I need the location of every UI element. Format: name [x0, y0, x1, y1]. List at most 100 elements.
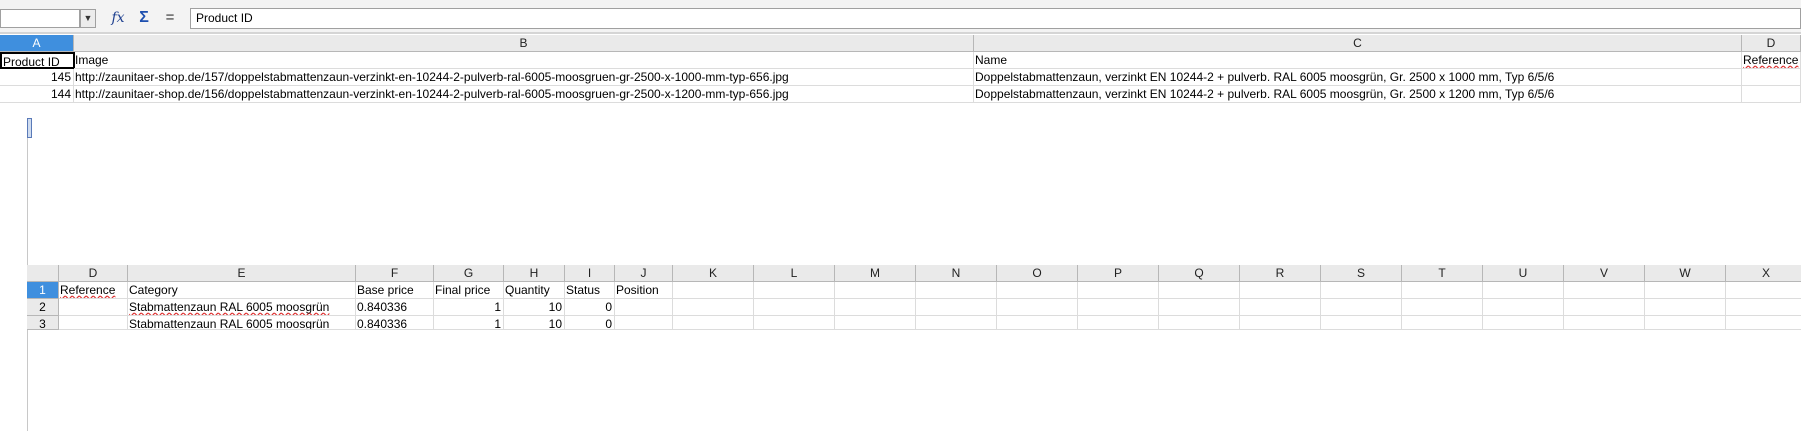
name-box[interactable]	[0, 9, 80, 28]
formula-input[interactable]: Product ID	[190, 8, 1801, 29]
cell-a1[interactable]: Product ID	[0, 52, 75, 69]
cell-r3[interactable]	[1240, 316, 1321, 330]
column-header-o[interactable]: O	[997, 265, 1078, 282]
cell-i1[interactable]: Status	[565, 282, 615, 299]
cell-a2[interactable]: 145	[0, 69, 74, 86]
cell-p2[interactable]	[1078, 299, 1159, 316]
cell-t3[interactable]	[1402, 316, 1483, 330]
cell-d1[interactable]: Reference	[59, 282, 128, 299]
cell-t2[interactable]	[1402, 299, 1483, 316]
cell-d2[interactable]	[59, 299, 128, 316]
column-header-x[interactable]: X	[1726, 265, 1801, 282]
sum-icon[interactable]: Σ	[134, 8, 154, 28]
cell-u2[interactable]	[1483, 299, 1564, 316]
cell-x1[interactable]	[1726, 282, 1801, 299]
column-header-h[interactable]: H	[504, 265, 565, 282]
cell-s3[interactable]	[1321, 316, 1402, 330]
cell-t1[interactable]	[1402, 282, 1483, 299]
cell-u1[interactable]	[1483, 282, 1564, 299]
cell-b3[interactable]: http://zaunitaer-shop.de/156/doppelstabm…	[74, 86, 974, 103]
cell-v1[interactable]	[1564, 282, 1645, 299]
cell-i3[interactable]: 0	[565, 316, 615, 330]
cell-k2[interactable]	[673, 299, 754, 316]
cell-g2[interactable]: 1	[434, 299, 504, 316]
equals-icon[interactable]: =	[160, 8, 180, 28]
column-header-m[interactable]: M	[835, 265, 916, 282]
cell-x3[interactable]	[1726, 316, 1801, 330]
cell-l2[interactable]	[754, 299, 835, 316]
cell-n2[interactable]	[916, 299, 997, 316]
name-box-dropdown-icon[interactable]: ▼	[80, 9, 96, 28]
column-header-k[interactable]: K	[673, 265, 754, 282]
cell-d3[interactable]	[59, 316, 128, 330]
column-header-b[interactable]: B	[74, 35, 974, 52]
cell-e3[interactable]: Stabmattenzaun RAL 6005 moosgrün	[128, 316, 356, 330]
cell-m2[interactable]	[835, 299, 916, 316]
cell-v3[interactable]	[1564, 316, 1645, 330]
cell-c1[interactable]: Name	[974, 52, 1742, 69]
cell-m3[interactable]	[835, 316, 916, 330]
column-header-i[interactable]: I	[565, 265, 615, 282]
cell-w2[interactable]	[1645, 299, 1726, 316]
column-header-a[interactable]: A	[0, 35, 74, 52]
cell-o2[interactable]	[997, 299, 1078, 316]
column-header-w[interactable]: W	[1645, 265, 1726, 282]
cell-k1[interactable]	[673, 282, 754, 299]
cell-b2[interactable]: http://zaunitaer-shop.de/157/doppelstabm…	[74, 69, 974, 86]
cell-n1[interactable]	[916, 282, 997, 299]
row-header-2[interactable]: 2	[27, 299, 59, 316]
cell-n3[interactable]	[916, 316, 997, 330]
cell-c3[interactable]: Doppelstabmattenzaun, verzinkt EN 10244-…	[974, 86, 1742, 103]
row-header-3[interactable]: 3	[27, 316, 59, 331]
cell-i2[interactable]: 0	[565, 299, 615, 316]
column-header-p[interactable]: P	[1078, 265, 1159, 282]
cell-p1[interactable]	[1078, 282, 1159, 299]
cell-o3[interactable]	[997, 316, 1078, 330]
cell-f1[interactable]: Base price	[356, 282, 434, 299]
column-header-j[interactable]: J	[615, 265, 673, 282]
column-header-c[interactable]: C	[974, 35, 1742, 52]
cell-a3[interactable]: 144	[0, 86, 74, 103]
cell-r1[interactable]	[1240, 282, 1321, 299]
cell-w1[interactable]	[1645, 282, 1726, 299]
cell-e1[interactable]: Category	[128, 282, 356, 299]
cell-h1[interactable]: Quantity	[504, 282, 565, 299]
cell-c2[interactable]: Doppelstabmattenzaun, verzinkt EN 10244-…	[974, 69, 1742, 86]
cell-q3[interactable]	[1159, 316, 1240, 330]
select-all-corner[interactable]	[27, 265, 59, 282]
column-header-t[interactable]: T	[1402, 265, 1483, 282]
column-header-r[interactable]: R	[1240, 265, 1321, 282]
cell-d3[interactable]	[1742, 86, 1801, 103]
column-header-g[interactable]: G	[434, 265, 504, 282]
cell-x2[interactable]	[1726, 299, 1801, 316]
cell-q2[interactable]	[1159, 299, 1240, 316]
cell-j2[interactable]	[615, 299, 673, 316]
column-header-v[interactable]: V	[1564, 265, 1645, 282]
cell-m1[interactable]	[835, 282, 916, 299]
cell-f2[interactable]: 0.840336	[356, 299, 434, 316]
cell-r2[interactable]	[1240, 299, 1321, 316]
column-header-l[interactable]: L	[754, 265, 835, 282]
cell-h2[interactable]: 10	[504, 299, 565, 316]
cell-o1[interactable]	[997, 282, 1078, 299]
cell-f3[interactable]: 0.840336	[356, 316, 434, 330]
cell-k3[interactable]	[673, 316, 754, 330]
cell-l3[interactable]	[754, 316, 835, 330]
cell-b1[interactable]: Image	[74, 52, 974, 69]
cell-s2[interactable]	[1321, 299, 1402, 316]
column-header-d[interactable]: D	[59, 265, 128, 282]
cell-d1[interactable]: Reference	[1742, 52, 1801, 69]
cell-d2[interactable]	[1742, 69, 1801, 86]
column-header-f[interactable]: F	[356, 265, 434, 282]
column-header-q[interactable]: Q	[1159, 265, 1240, 282]
cell-j1[interactable]: Position	[615, 282, 673, 299]
cell-g1[interactable]: Final price	[434, 282, 504, 299]
cell-e2[interactable]: Stabmattenzaun RAL 6005 moosgrün	[128, 299, 356, 316]
column-header-u[interactable]: U	[1483, 265, 1564, 282]
cell-h3[interactable]: 10	[504, 316, 565, 330]
function-wizard-icon[interactable]: fx	[108, 8, 128, 28]
column-header-d[interactable]: D	[1742, 35, 1801, 52]
cell-u3[interactable]	[1483, 316, 1564, 330]
cell-v2[interactable]	[1564, 299, 1645, 316]
row-header-1[interactable]: 1	[27, 282, 59, 299]
